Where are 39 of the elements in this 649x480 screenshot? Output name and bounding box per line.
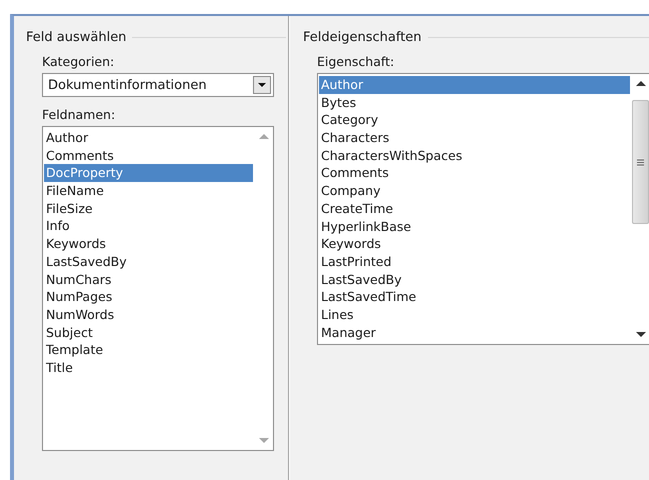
list-item[interactable]: HyperlinkBase: [319, 218, 630, 236]
list-item[interactable]: LastPrinted: [319, 252, 630, 271]
list-item[interactable]: Subject: [44, 324, 253, 342]
list-item[interactable]: Bytes: [319, 94, 630, 112]
field-names-label: Feldnamen:: [42, 107, 116, 122]
list-item[interactable]: Company: [319, 182, 630, 200]
list-item[interactable]: Category: [319, 111, 630, 130]
list-item[interactable]: DocProperty: [44, 164, 253, 182]
list-item[interactable]: Author: [44, 129, 253, 147]
group-title: Feld auswählen: [26, 30, 126, 45]
list-item[interactable]: Author: [319, 76, 630, 94]
group-title: Feldeigenschaften: [303, 30, 422, 45]
list-item[interactable]: LastSavedTime: [319, 288, 630, 306]
list-item[interactable]: LastSavedBy: [319, 270, 630, 288]
list-item[interactable]: NumWords: [44, 306, 253, 324]
list-item[interactable]: NumPages: [44, 288, 253, 306]
list-item[interactable]: Keywords: [44, 235, 253, 253]
list-item[interactable]: CreateTime: [319, 200, 630, 218]
category-dropdown[interactable]: Dokumentinformationen: [42, 73, 274, 97]
list-item[interactable]: Comments: [44, 146, 253, 164]
list-item[interactable]: Lines: [319, 306, 630, 324]
list-item[interactable]: LastSavedBy: [44, 252, 253, 270]
list-item[interactable]: NumChars: [44, 270, 253, 288]
property-label: Eigenschaft:: [317, 54, 396, 69]
list-item[interactable]: Characters: [319, 129, 630, 147]
list-item[interactable]: Info: [44, 217, 253, 236]
scrollbar-thumb[interactable]: [632, 100, 649, 224]
list-item[interactable]: Title: [44, 358, 253, 377]
list-item[interactable]: FileSize: [44, 200, 253, 218]
category-label: Kategorien:: [42, 54, 116, 69]
list-item[interactable]: CharactersWithSpaces: [319, 146, 630, 164]
list-item[interactable]: Keywords: [319, 235, 630, 253]
list-item[interactable]: Manager: [319, 324, 630, 342]
grip-icon: [637, 158, 644, 166]
scroll-down-icon[interactable]: [636, 332, 646, 338]
list-item[interactable]: FileName: [44, 182, 253, 200]
scroll-up-icon[interactable]: [636, 80, 646, 86]
list-item[interactable]: Comments: [319, 164, 630, 182]
list-item[interactable]: Template: [44, 341, 253, 359]
